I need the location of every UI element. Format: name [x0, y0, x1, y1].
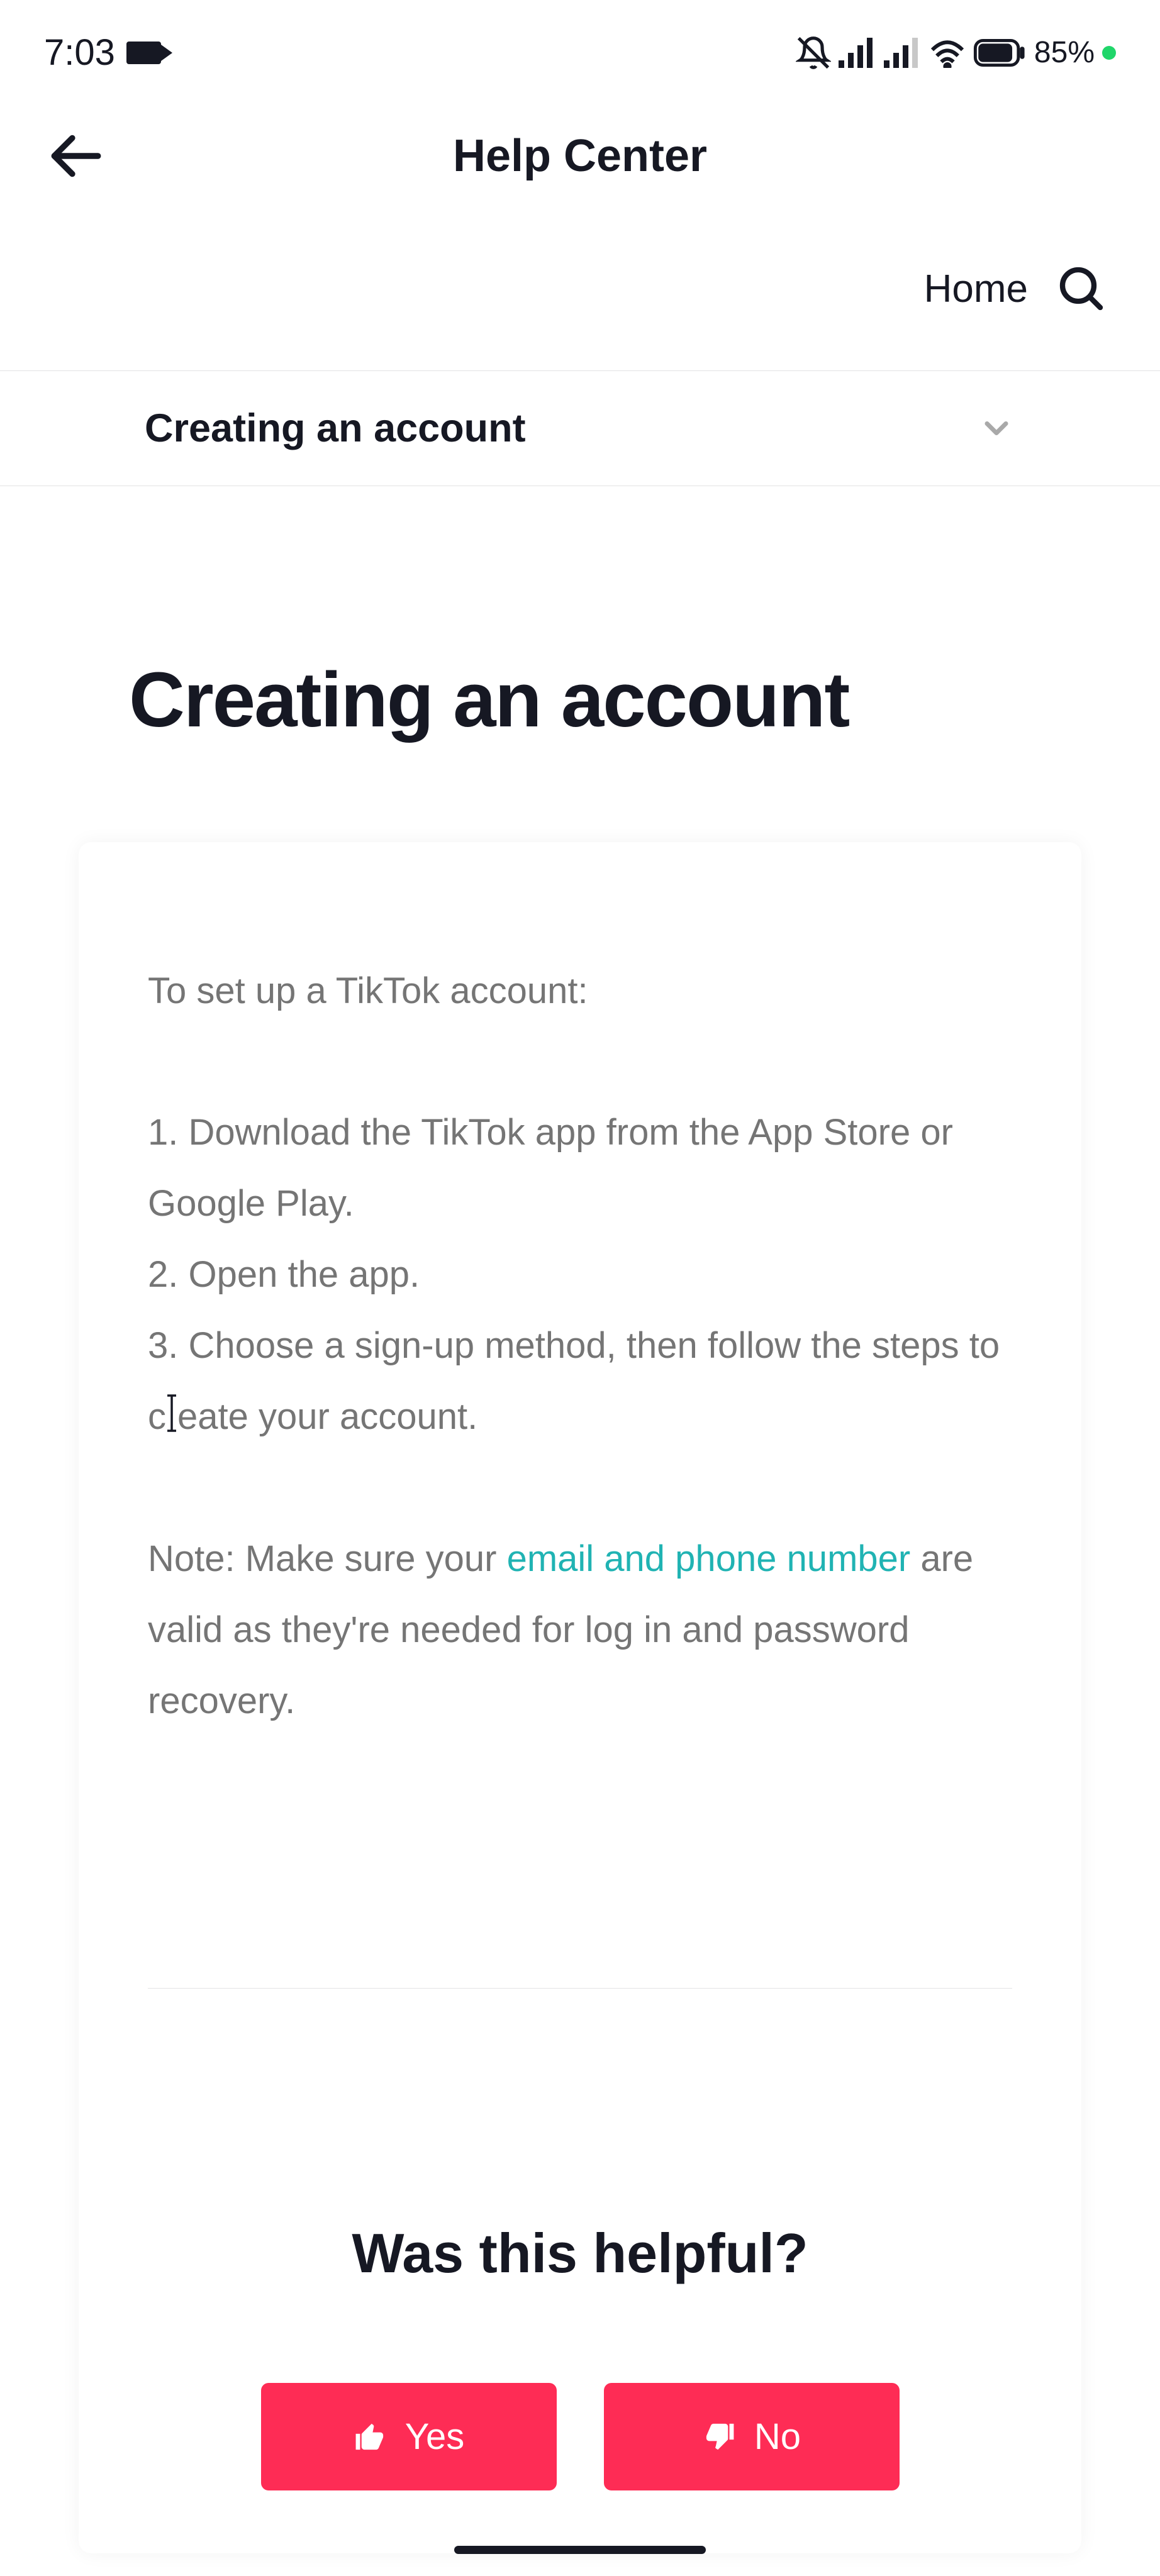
nav-title: Help Center — [47, 130, 1113, 182]
status-dot-icon — [1102, 46, 1116, 60]
article-note: Note: Make sure your email and phone num… — [148, 1523, 1012, 1736]
signal-icon-2 — [884, 38, 922, 68]
text-cursor — [166, 1391, 177, 1429]
signal-icon-1 — [839, 38, 876, 68]
sub-nav: Home — [0, 238, 1160, 370]
status-left: 7:03 — [44, 31, 161, 74]
status-right: 85% — [796, 35, 1116, 70]
arrow-left-icon — [44, 125, 106, 187]
battery-icon — [973, 39, 1027, 67]
email-phone-link[interactable]: email and phone number — [507, 1538, 911, 1579]
article-step-3: 3. Choose a sign-up method, then follow … — [148, 1310, 1012, 1452]
feedback-section: Was this helpful? Yes No — [148, 1989, 1012, 2490]
battery-percent: 85% — [1034, 35, 1095, 70]
status-time: 7:03 — [44, 31, 115, 74]
article-step-2: 2. Open the app. — [148, 1239, 1012, 1310]
chevron-down-icon — [978, 409, 1015, 447]
mute-icon — [796, 35, 831, 70]
search-icon — [1056, 264, 1107, 314]
article-step-1: 1. Download the TikTok app from the App … — [148, 1097, 1012, 1239]
search-button[interactable] — [1056, 264, 1107, 314]
wifi-icon — [929, 38, 966, 68]
no-button[interactable]: No — [604, 2383, 900, 2490]
back-button[interactable] — [44, 125, 106, 187]
nav-header: Help Center — [0, 92, 1160, 238]
content-card: To set up a TikTok account: 1. Download … — [79, 842, 1081, 2553]
page-title: Creating an account — [0, 486, 1160, 745]
home-indicator[interactable] — [454, 2546, 706, 2554]
thumbs-down-icon — [702, 2419, 737, 2454]
yes-button-label: Yes — [405, 2416, 465, 2458]
thumbs-up-icon — [353, 2419, 388, 2454]
breadcrumb-dropdown[interactable]: Creating an account — [0, 370, 1160, 486]
status-bar: 7:03 — [0, 0, 1160, 92]
home-link[interactable]: Home — [924, 267, 1028, 311]
no-button-label: No — [754, 2416, 801, 2458]
article-intro: To set up a TikTok account: — [148, 955, 1012, 1026]
feedback-title: Was this helpful? — [148, 2221, 1012, 2285]
article-text: To set up a TikTok account: 1. Download … — [148, 955, 1012, 1736]
yes-button[interactable]: Yes — [261, 2383, 557, 2490]
breadcrumb-label: Creating an account — [145, 406, 526, 451]
camera-icon — [126, 42, 161, 64]
